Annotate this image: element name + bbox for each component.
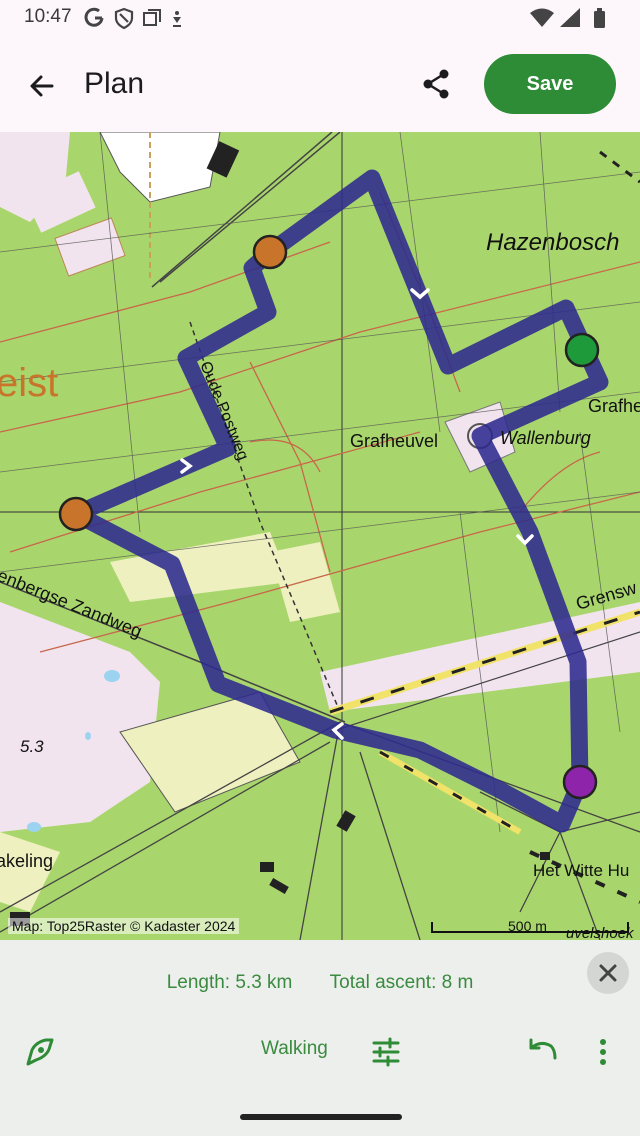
- status-left-icons: [84, 7, 181, 30]
- status-right-icons: [530, 8, 605, 28]
- route-icon: [26, 1038, 54, 1066]
- label-elevation: 5.3: [20, 737, 44, 756]
- label-grafhe: Grafhe: [588, 396, 640, 416]
- route-toolbar: Walking: [0, 1032, 640, 1080]
- label-hazenbosch: Hazenbosch: [486, 229, 619, 256]
- map-canvas[interactable]: Hazenbosch eist Grafheuvel Wallenburg Gr…: [0, 132, 640, 940]
- status-bar: 10:47: [0, 0, 640, 36]
- tune-icon: [372, 1037, 400, 1067]
- battery-icon: [594, 8, 605, 28]
- scale-bar: 500 m: [430, 918, 630, 938]
- label-eist: eist: [0, 361, 58, 405]
- label-wallenburg: Wallenburg: [500, 428, 591, 448]
- home-indicator[interactable]: [240, 1114, 402, 1120]
- signal-icon: [560, 8, 580, 27]
- route-panel: Length: 5.3 km Total ascent: 8 m Walking: [0, 940, 640, 1136]
- route-button[interactable]: [20, 1032, 60, 1072]
- recent-apps-icon: [143, 9, 161, 26]
- route-length: Length: 5.3 km: [166, 972, 293, 993]
- map-view[interactable]: Hazenbosch eist Grafheuvel Wallenburg Gr…: [0, 132, 640, 940]
- share-button[interactable]: [412, 60, 460, 108]
- label-akeling: akeling: [0, 851, 53, 871]
- save-button[interactable]: Save: [484, 54, 616, 114]
- more-vert-icon: [600, 1039, 606, 1065]
- undo-icon: [529, 1038, 557, 1060]
- undo-button[interactable]: [522, 1032, 562, 1072]
- waypoint-start[interactable]: [58, 496, 94, 532]
- back-button[interactable]: [18, 62, 66, 110]
- more-options-button[interactable]: [588, 1032, 618, 1072]
- wifi-icon: [530, 8, 554, 27]
- shield-icon: [114, 7, 134, 30]
- app-bar: Plan Save: [0, 36, 640, 132]
- label-grafheuvel: Grafheuvel: [350, 431, 438, 451]
- waypoint-purple[interactable]: [562, 764, 598, 800]
- map-attribution: Map: Top25Raster © Kadaster 2024: [8, 918, 240, 934]
- waypoint-orange[interactable]: [252, 234, 288, 270]
- label-witte: Het Witte Hu: [533, 861, 629, 880]
- route-ascent: Total ascent: 8 m: [329, 972, 474, 993]
- travel-mode-selector[interactable]: Walking: [261, 1038, 328, 1060]
- waypoint-green[interactable]: [564, 332, 600, 368]
- download-icon: [173, 11, 181, 27]
- arrow-left-icon: [30, 75, 54, 97]
- route-stats: Length: 5.3 km Total ascent: 8 m: [0, 972, 640, 994]
- scale-label: 500 m: [508, 918, 547, 934]
- status-time: 10:47: [24, 6, 72, 27]
- share-icon: [423, 69, 449, 99]
- page-title: Plan: [84, 67, 145, 100]
- route-settings-button[interactable]: [366, 1032, 406, 1072]
- google-icon: [84, 7, 104, 27]
